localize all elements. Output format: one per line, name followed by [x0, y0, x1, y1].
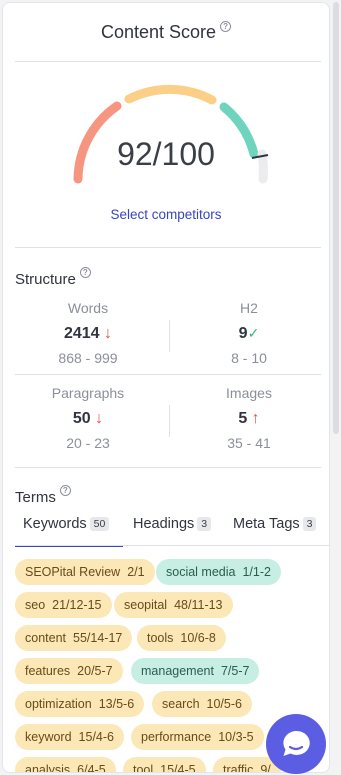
structure-header: Structure? — [15, 267, 91, 288]
keyword-chip[interactable]: SEOPital Review 2/1 — [15, 559, 155, 585]
tab-divider — [15, 545, 329, 546]
divider — [15, 467, 321, 468]
metric-images: Images 5 ↑ 35 - 41 — [172, 385, 326, 451]
content-score-header: Content Score? — [3, 21, 329, 43]
keyword-chip[interactable]: social media 1/1-2 — [156, 559, 281, 585]
keyword-chip[interactable]: analysis 6/4-5 — [15, 757, 116, 772]
tab-count-badge: 3 — [302, 517, 317, 531]
metric-value: 2414 ↓ — [63, 325, 113, 342]
keyword-chip[interactable]: management 7/5-7 — [131, 658, 260, 684]
metric-value: 5 ↑ — [238, 410, 260, 427]
chat-widget-button[interactable] — [266, 714, 326, 774]
score-value: 92/100 — [117, 136, 215, 172]
terms-tabs: Keywords 50 Headings 3 Meta Tags 3 — [15, 516, 329, 547]
divider — [169, 405, 170, 437]
metric-label: H2 — [240, 300, 258, 316]
divider — [169, 320, 170, 352]
metric-words: Words 2414 ↓ 868 - 999 — [11, 300, 165, 366]
metric-range: 20 - 23 — [66, 435, 110, 451]
keyword-chip[interactable]: seopital 48/11-13 — [114, 592, 233, 618]
checkmark-icon: ✓ — [247, 325, 260, 341]
tab-count-badge: 50 — [89, 517, 110, 531]
tab-meta-tags[interactable]: Meta Tags 3 — [233, 516, 317, 546]
keyword-chip[interactable]: tool 15/4-5 — [123, 757, 206, 772]
keyword-chip[interactable]: content 55/14-17 — [15, 625, 133, 651]
keyword-chip[interactable]: optimization 13/5-6 — [15, 691, 145, 717]
keyword-chip[interactable]: search 10/5-6 — [152, 691, 252, 717]
keyword-chip[interactable]: tools 10/6-8 — [137, 625, 226, 651]
keyword-chip[interactable]: seo 21/12-15 — [15, 592, 112, 618]
tab-keywords[interactable]: Keywords 50 — [23, 516, 110, 546]
arrow-down-icon: ↓ — [95, 410, 104, 427]
tab-count-badge: 3 — [197, 517, 212, 531]
terms-title: Terms — [15, 489, 56, 506]
metric-label: Paragraphs — [51, 385, 125, 401]
divider — [15, 374, 321, 375]
help-circle-icon[interactable]: ? — [220, 21, 232, 32]
help-circle-icon[interactable]: ? — [59, 485, 71, 496]
metric-range: 868 - 999 — [58, 350, 118, 366]
metric-label: Words — [67, 300, 109, 316]
metric-paragraphs: Paragraphs 50 ↓ 20 - 23 — [11, 385, 165, 451]
arrow-down-icon: ↓ — [104, 325, 113, 342]
content-score-title: Content Score — [100, 22, 217, 42]
tab-headings[interactable]: Headings 3 — [133, 516, 212, 546]
metric-h2: H2 9✓ 8 - 10 — [172, 300, 326, 366]
metric-value: 50 ↓ — [72, 410, 104, 427]
structure-title: Structure — [15, 271, 76, 288]
keyword-chip[interactable]: features 20/5-7 — [15, 658, 123, 684]
keyword-chip[interactable]: performance 10/3-5 — [131, 724, 264, 750]
terms-header: Terms? — [15, 485, 71, 506]
keyword-chip[interactable]: keyword 15/4-6 — [15, 724, 124, 750]
metric-range: 8 - 10 — [231, 350, 267, 366]
select-competitors-link[interactable]: Select competitors — [3, 207, 329, 222]
arrow-up-icon: ↑ — [251, 410, 260, 427]
metric-range: 35 - 41 — [227, 435, 271, 451]
divider — [15, 61, 321, 62]
metric-value: 9✓ — [238, 325, 260, 342]
content-score-panel: Content Score? 92/100 Select competitors… — [2, 2, 330, 773]
help-circle-icon[interactable]: ? — [79, 267, 91, 278]
metric-label: Images — [226, 385, 272, 401]
scrollbar[interactable] — [333, 2, 339, 434]
gauge-segment-mid — [124, 84, 217, 105]
divider — [15, 247, 321, 248]
chat-bubble-icon — [283, 730, 310, 756]
